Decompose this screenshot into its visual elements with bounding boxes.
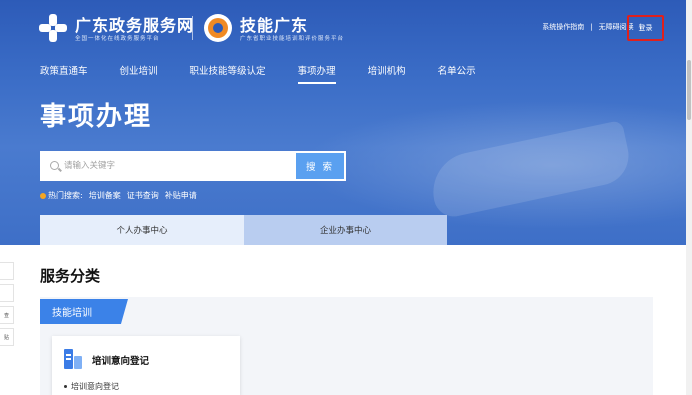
nav-item-institutions[interactable]: 培训机构 bbox=[368, 63, 406, 84]
main-nav: 政策直通车 创业培训 职业技能等级认定 事项办理 培训机构 名单公示 bbox=[40, 63, 508, 84]
tab-company-center[interactable]: 企业办事中心 bbox=[244, 215, 447, 245]
building-icon bbox=[64, 349, 82, 369]
hot-tag-certificate-query[interactable]: 证书查询 bbox=[127, 190, 159, 201]
sidebar-item[interactable]: 查 bbox=[0, 306, 14, 324]
skills-gd-logo-icon[interactable] bbox=[204, 14, 232, 42]
card-item-label: 培训意向登记 bbox=[71, 382, 119, 391]
page-title: 事项办理 bbox=[40, 102, 153, 132]
tab-personal-center[interactable]: 个人办事中心 bbox=[40, 215, 244, 245]
search-icon bbox=[50, 161, 59, 170]
hot-dot-icon bbox=[40, 192, 46, 199]
hero-banner: 广东政务服务网 全国一体化在线政务服务平台 技能广东 广东省职业技能培训和评价服… bbox=[0, 0, 692, 245]
login-button[interactable]: 登录 bbox=[627, 15, 664, 41]
site-subtitle-gd-gov: 全国一体化在线政务服务平台 bbox=[75, 36, 160, 42]
site-title-skills-gd[interactable]: 技能广东 bbox=[240, 12, 308, 36]
hot-searches: 热门搜索: 培训备案 证书查询 补贴申请 bbox=[40, 190, 203, 201]
site-title-gd-gov[interactable]: 广东政务服务网 bbox=[75, 12, 194, 36]
sidebar-item[interactable] bbox=[0, 284, 14, 302]
bullet-icon bbox=[64, 385, 67, 388]
sidebar-item[interactable]: 贴 bbox=[0, 328, 14, 346]
card-list-item[interactable]: 培训意向登记 bbox=[64, 381, 119, 392]
gd-gov-logo-icon[interactable] bbox=[39, 14, 67, 42]
nav-item-skill-certification[interactable]: 职业技能等级认定 bbox=[190, 63, 266, 84]
service-card[interactable]: 培训意向登记 培训意向登记 bbox=[52, 336, 240, 395]
login-label: 登录 bbox=[638, 24, 653, 32]
site-subtitle-skills-gd: 广东省职业技能培训和评价服务平台 bbox=[240, 36, 345, 42]
nav-item-publicity[interactable]: 名单公示 bbox=[438, 63, 476, 84]
guide-link[interactable]: 系统操作指南 bbox=[542, 22, 584, 32]
logo-divider bbox=[192, 16, 193, 40]
nav-item-entrepreneurship[interactable]: 创业培训 bbox=[120, 63, 158, 84]
nav-item-policy[interactable]: 政策直通车 bbox=[40, 63, 88, 84]
floating-sidebar: 查 贴 bbox=[0, 262, 14, 350]
page-scrollbar[interactable] bbox=[686, 0, 692, 395]
card-title: 培训意向登记 bbox=[92, 356, 150, 367]
section-title: 服务分类 bbox=[40, 267, 101, 285]
scrollbar-thumb[interactable] bbox=[687, 60, 691, 120]
hot-tag-subsidy-apply[interactable]: 补贴申请 bbox=[165, 190, 197, 201]
search-button[interactable]: 搜 索 bbox=[296, 153, 344, 179]
search-bar: 搜 索 bbox=[40, 151, 346, 181]
nav-item-services[interactable]: 事项办理 bbox=[297, 63, 336, 84]
link-separator: | bbox=[590, 23, 593, 31]
hot-search-label: 热门搜索: bbox=[48, 191, 83, 200]
search-input[interactable] bbox=[64, 157, 294, 175]
category-tab-skill-training[interactable]: 技能培训 bbox=[40, 299, 128, 324]
hot-tag-training-filing[interactable]: 培训备案 bbox=[89, 190, 121, 201]
sidebar-item[interactable] bbox=[0, 262, 14, 280]
